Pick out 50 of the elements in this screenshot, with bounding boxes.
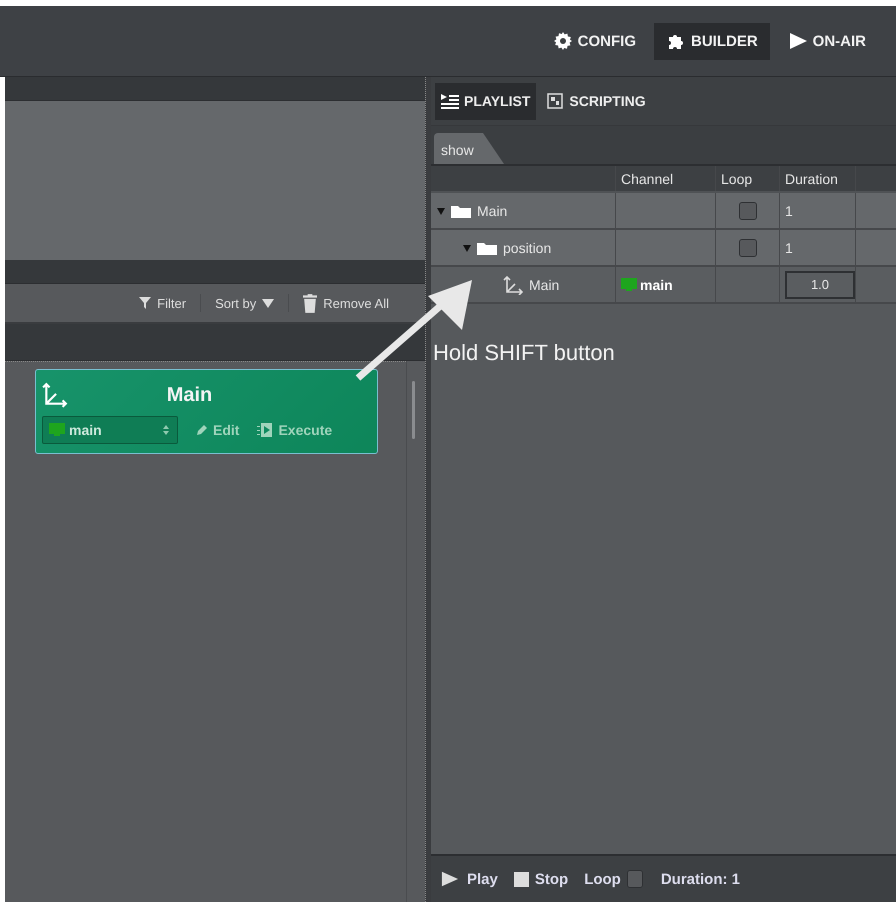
row-name: Main xyxy=(477,202,508,218)
pencil-icon xyxy=(196,424,208,436)
filter-button[interactable]: Filter xyxy=(139,296,186,310)
loop-checkbox[interactable] xyxy=(738,202,756,220)
panel-tab[interactable]: PLAYLIST xyxy=(435,82,536,120)
duration-cell: 1 xyxy=(785,202,793,218)
expand-toggle[interactable] xyxy=(463,244,471,252)
filter-icon xyxy=(139,297,152,309)
spinner-icon xyxy=(163,425,169,435)
remove-all-button[interactable]: Remove All xyxy=(303,294,389,312)
row-name: position xyxy=(503,240,552,256)
loop-checkbox[interactable] xyxy=(626,870,643,888)
execute-icon xyxy=(257,422,274,438)
show-tab[interactable]: show xyxy=(434,133,504,164)
axes-icon xyxy=(42,382,68,408)
duration-field[interactable]: 1.0 xyxy=(785,270,855,298)
annotation-text: Hold SHIFT button xyxy=(433,340,615,366)
playlist-icon xyxy=(441,93,459,109)
expand-toggle[interactable] xyxy=(437,206,445,214)
stop-icon xyxy=(514,872,529,886)
row-name: Main xyxy=(529,276,560,292)
play-button[interactable]: Play xyxy=(439,870,498,888)
column-header: Loop xyxy=(716,166,780,191)
nav-tab[interactable]: BUILDER xyxy=(654,22,770,60)
duration-label: Duration: 1 xyxy=(660,870,740,888)
template-card[interactable]: Main main Edit Execute xyxy=(35,369,378,454)
duration-cell: 1 xyxy=(785,240,793,256)
loop-checkbox[interactable] xyxy=(738,238,756,256)
nav-tab[interactable]: CONFIG xyxy=(540,22,648,60)
script-icon xyxy=(546,93,564,109)
folder-icon xyxy=(451,204,471,218)
stop-button[interactable]: Stop xyxy=(514,870,568,888)
channel-cell: main xyxy=(640,276,673,292)
loop-label: Loop xyxy=(584,870,621,888)
column-header: Duration xyxy=(780,166,856,191)
trash-icon xyxy=(303,294,318,312)
play-icon xyxy=(788,31,808,51)
monitor-icon xyxy=(621,278,637,292)
panel-tab[interactable]: SCRIPTING xyxy=(540,82,652,120)
caret-icon xyxy=(262,297,274,309)
axes-icon xyxy=(503,274,523,294)
sort-button[interactable]: Sort by xyxy=(215,296,274,310)
nav-tab[interactable]: ON-AIR xyxy=(776,22,878,60)
card-title: Main xyxy=(166,384,214,406)
column-header: Channel xyxy=(616,166,716,191)
channel-select[interactable]: main xyxy=(42,416,178,444)
execute-button[interactable]: Execute xyxy=(257,422,332,438)
monitor-icon xyxy=(49,423,65,437)
gear-icon xyxy=(552,31,573,51)
folder-icon xyxy=(477,240,497,254)
